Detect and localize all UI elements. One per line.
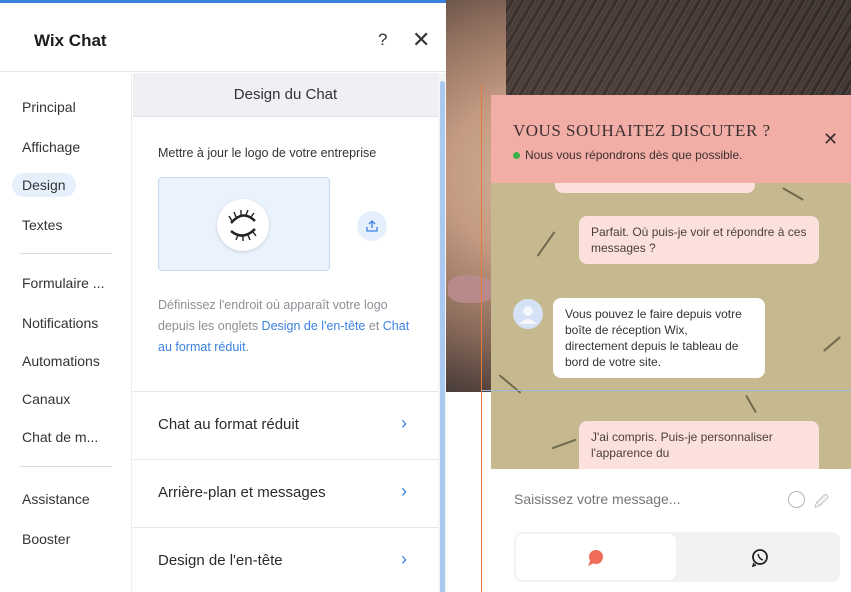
site-preview: Vous souhaitez discuter ? Nous vous répo… [446,0,851,592]
chat-header: Vous souhaitez discuter ? Nous vous répo… [491,95,851,183]
row-label: Chat au format réduit [158,416,299,433]
sidebar-item-automations[interactable]: Automations [12,349,110,373]
sidebar-item-assistance[interactable]: Assistance [12,487,100,511]
logo-label: Mettre à jour le logo de votre entrepris… [158,146,377,160]
settings-panel: Wix Chat ? ✕ Principal Affichage Design … [0,0,446,592]
chat-title: Vous souhaitez discuter ? [513,121,771,140]
logo-preview[interactable] [158,177,330,271]
upload-logo-button[interactable] [357,211,387,241]
section-title: Design du Chat [133,73,438,117]
header-design-link[interactable]: Design de l'en-tête [262,319,366,333]
leaf-pattern [745,394,757,414]
online-dot-icon [513,151,520,159]
message-bubble-bot: Vous pouvez le faire depuis votre boîte … [553,298,765,378]
chat-close-icon[interactable]: ✕ [823,129,838,150]
sidebar-item-design[interactable]: Design [12,173,76,197]
message-bubble-partial [555,183,755,193]
sidebar-item-booster[interactable]: Booster [12,527,80,551]
layout-guide-vertical [481,85,482,592]
chevron-right-icon: › [401,481,407,501]
row-header-design[interactable]: Design de l'en-tête › [133,528,438,592]
chat-widget: Vous souhaitez discuter ? Nous vous répo… [491,95,851,592]
sidebar-item-principal[interactable]: Principal [12,95,86,119]
chat-status: Nous vous répondrons dès que possible. [513,148,742,162]
nav-divider [20,253,112,254]
close-button[interactable]: ✕ [412,27,430,53]
sidebar-item-formulaire[interactable]: Formulaire ... [12,271,114,295]
chat-channel-tab[interactable] [516,534,676,580]
logo-help-text: Définissez l'endroit où apparaît votre l… [158,295,423,358]
sidebar-item-textes[interactable]: Textes [12,213,72,237]
leaf-pattern [551,438,577,450]
chevron-right-icon: › [401,413,407,433]
sidebar-item-notifications[interactable]: Notifications [12,311,108,335]
message-bubble-user: Parfait. Où puis-je voir et répondre à c… [579,216,819,264]
bot-avatar [513,299,543,329]
row-minimized-chat[interactable]: Chat au format réduit › [133,392,438,458]
channel-switcher [514,532,840,582]
attachment-icon[interactable]: 🖉 [814,491,829,515]
lashes-logo-icon [228,209,257,241]
chevron-right-icon: › [401,549,407,569]
scrollbar-thumb[interactable] [440,81,445,592]
logo-image [217,199,269,251]
design-content: Design du Chat Mettre à jour le logo de … [133,73,438,592]
layout-guide-horizontal [481,390,851,391]
leaf-pattern [782,187,804,201]
sidebar-item-chat-de-m[interactable]: Chat de m... [12,425,108,449]
row-label: Design de l'en-tête [158,552,283,569]
upload-icon [366,220,378,232]
sidebar-nav: Principal Affichage Design Textes Formul… [0,73,132,592]
panel-title: Wix Chat [34,31,107,50]
whatsapp-icon [751,549,768,568]
message-input[interactable] [514,491,764,507]
emoji-icon[interactable] [788,491,805,508]
nav-divider [20,466,112,467]
avatar-icon [519,306,537,324]
whatsapp-channel-tab[interactable] [682,534,838,580]
chat-bubble-icon [588,550,603,566]
chat-status-text: Nous vous répondrons dès que possible. [525,148,743,162]
chat-messages: Parfait. Où puis-je voir et répondre à c… [491,183,851,469]
chat-input-area: 🖉 [491,469,851,592]
leaf-pattern [536,231,556,257]
leaf-pattern [822,336,842,352]
message-bubble-user: J'ai compris. Puis-je personnaliser l'ap… [579,421,819,469]
help-text: . [245,340,250,354]
help-button[interactable]: ? [378,30,387,50]
sidebar-item-canaux[interactable]: Canaux [12,387,80,411]
lips-detail [448,275,496,303]
row-label: Arrière-plan et messages [158,484,326,501]
help-text: et [365,319,383,333]
row-background-messages[interactable]: Arrière-plan et messages › [133,460,438,526]
panel-header: Wix Chat ? ✕ [0,6,446,72]
sidebar-item-affichage[interactable]: Affichage [12,135,90,159]
